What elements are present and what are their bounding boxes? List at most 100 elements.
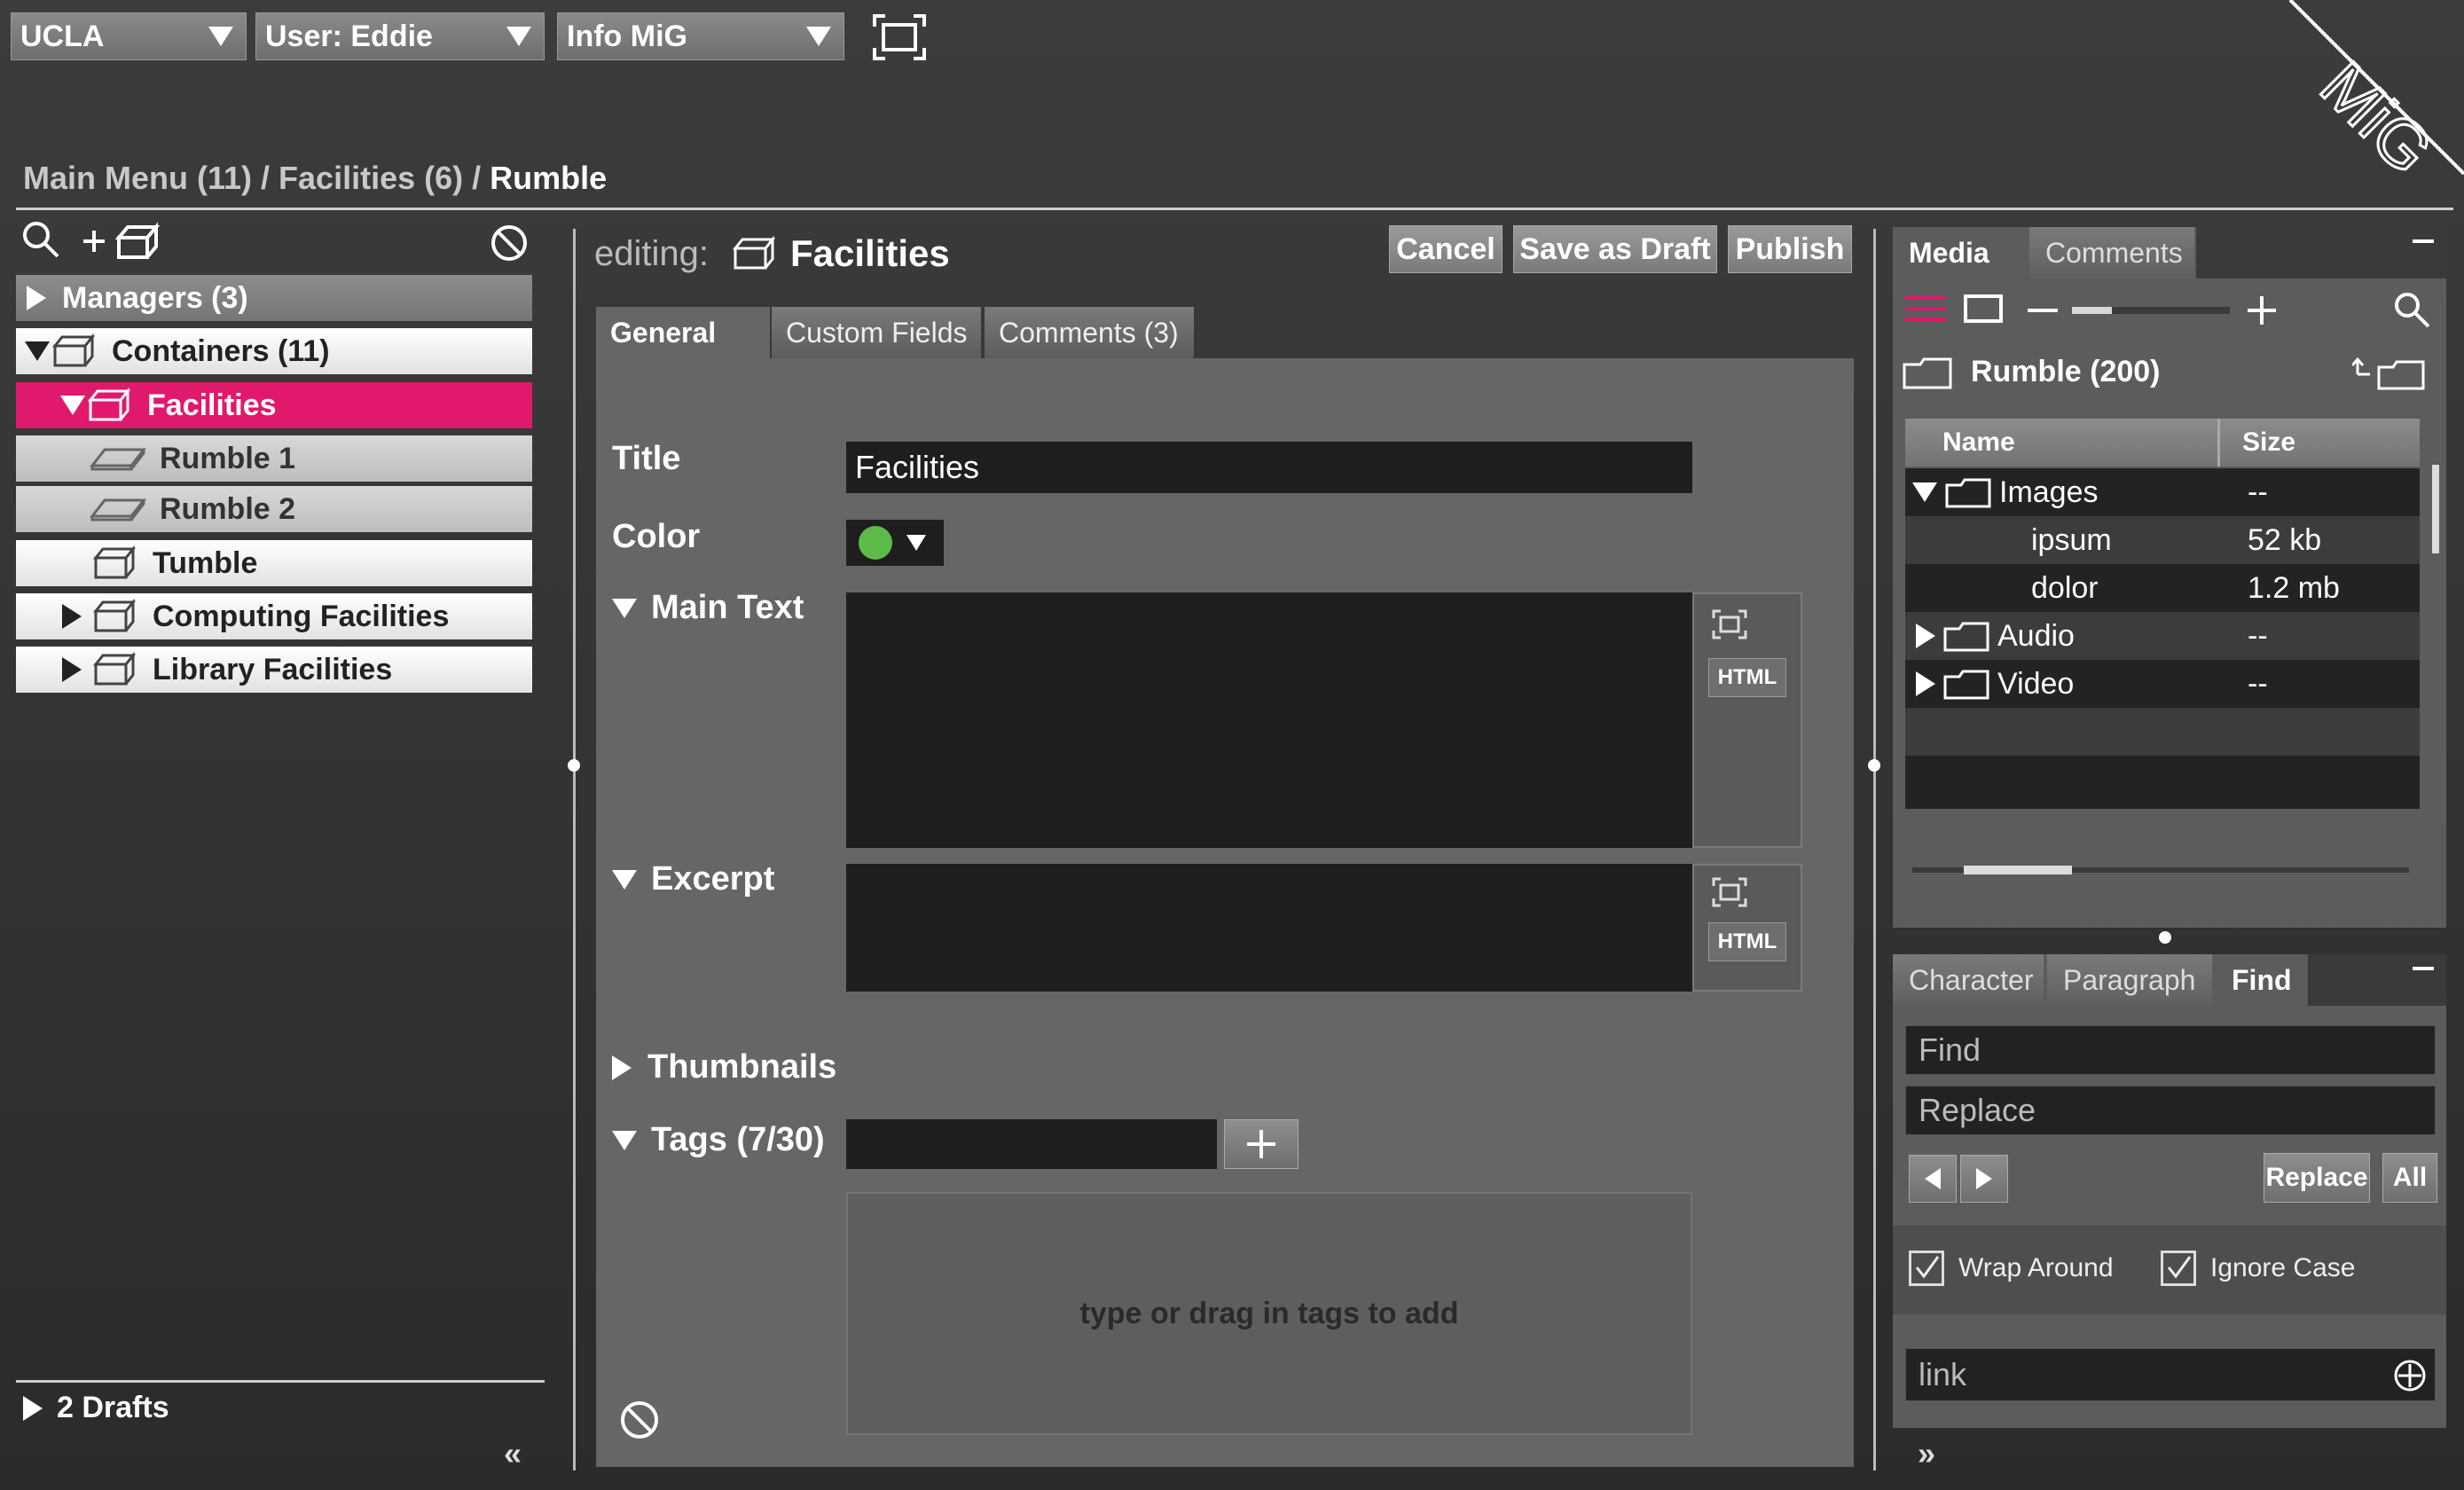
fullscreen-icon[interactable] xyxy=(873,14,926,60)
zoom-in-icon[interactable] xyxy=(2246,294,2278,326)
collapse-icon[interactable] xyxy=(25,341,50,361)
splitter-handle[interactable] xyxy=(568,759,580,772)
media-row-video[interactable]: Video -- xyxy=(1905,660,2420,708)
minimize-icon[interactable] xyxy=(2413,967,2434,970)
tree-item-library-facilities[interactable]: Library Facilities xyxy=(16,647,532,693)
tab-character[interactable]: Character xyxy=(1893,954,2044,1006)
collapse-icon[interactable] xyxy=(60,396,85,415)
minimize-icon[interactable] xyxy=(2413,239,2434,243)
tab-find[interactable]: Find xyxy=(2216,954,2306,1006)
plus-icon xyxy=(1247,1130,1275,1158)
horizontal-scrollbar[interactable] xyxy=(1912,866,2409,874)
media-row-ipsum[interactable]: ipsum 52 kb xyxy=(1905,516,2420,564)
org-dropdown[interactable]: UCLA xyxy=(11,12,247,60)
tree-item-computing-facilities[interactable]: Computing Facilities xyxy=(16,593,532,639)
add-tag-button[interactable] xyxy=(1224,1119,1299,1169)
tag-input[interactable] xyxy=(846,1119,1217,1169)
thumbnails-toggle[interactable]: Thumbnails xyxy=(612,1048,836,1086)
wrap-around-option[interactable]: Wrap Around xyxy=(1909,1251,2114,1286)
org-label: UCLA xyxy=(20,19,105,53)
tab-media-comments[interactable]: Comments xyxy=(2029,227,2194,278)
check-icon xyxy=(2167,1256,2192,1279)
grid-view-icon[interactable] xyxy=(1964,293,2003,325)
panel-splitter-handle[interactable] xyxy=(2159,931,2171,944)
tab-paragraph[interactable]: Paragraph xyxy=(2047,954,2212,1006)
excerpt-area[interactable] xyxy=(846,864,1692,992)
scrollbar-thumb[interactable] xyxy=(1964,866,2072,874)
search-icon[interactable] xyxy=(21,220,60,259)
main-text-area[interactable] xyxy=(846,592,1692,848)
replace-button[interactable]: Replace xyxy=(2264,1153,2370,1203)
find-prev-button[interactable] xyxy=(1909,1155,1957,1203)
item-icon xyxy=(89,493,147,525)
add-container-icon[interactable] xyxy=(80,222,165,261)
vertical-scrollbar[interactable] xyxy=(2432,465,2439,553)
target-icon[interactable] xyxy=(2393,1359,2427,1392)
folder-up-icon[interactable] xyxy=(2352,357,2427,392)
collapse-sidebar-button[interactable]: « xyxy=(504,1435,522,1472)
breadcrumb-facilities[interactable]: Facilities (6) xyxy=(279,160,463,196)
col-size[interactable]: Size xyxy=(2242,427,2295,458)
find-input[interactable]: Find xyxy=(1905,1025,2436,1075)
drafts-toggle[interactable]: 2 Drafts xyxy=(23,1391,169,1425)
wrap-around-checkbox[interactable] xyxy=(1909,1251,1944,1286)
replace-all-button[interactable]: All xyxy=(2382,1153,2437,1203)
expand-icon[interactable] xyxy=(1916,623,1935,648)
tree-item-containers[interactable]: Containers (11) xyxy=(16,328,532,374)
title-input[interactable]: Facilities xyxy=(846,442,1692,493)
media-row-images[interactable]: Images -- xyxy=(1905,468,2420,516)
right-splitter[interactable] xyxy=(1873,229,1876,1470)
media-row-audio[interactable]: Audio -- xyxy=(1905,612,2420,660)
expand-editor-icon[interactable] xyxy=(1710,874,1749,910)
block-icon[interactable] xyxy=(619,1400,660,1440)
left-splitter[interactable] xyxy=(573,229,576,1470)
tab-media[interactable]: Media xyxy=(1893,227,2026,278)
save-draft-button[interactable]: Save as Draft xyxy=(1513,225,1717,273)
block-icon[interactable] xyxy=(490,224,529,263)
tree-item-tumble[interactable]: Tumble xyxy=(16,540,532,586)
main-text-toggle[interactable]: Main Text xyxy=(612,589,804,627)
list-view-icon[interactable] xyxy=(1903,293,1948,325)
cancel-button[interactable]: Cancel xyxy=(1389,225,1503,273)
expand-icon[interactable] xyxy=(62,604,82,629)
col-name[interactable]: Name xyxy=(1942,427,2015,458)
expand-sidebar-button[interactable]: » xyxy=(1918,1435,1935,1472)
splitter-handle[interactable] xyxy=(1868,759,1880,772)
editing-title: Facilities xyxy=(789,232,950,274)
media-folder-title: Rumble (200) xyxy=(1971,355,2161,388)
tree-item-rumble-1[interactable]: Rumble 1 xyxy=(16,435,532,482)
tree-item-facilities[interactable]: Facilities xyxy=(16,382,532,428)
tab-comments[interactable]: Comments (3) xyxy=(985,307,1194,358)
info-dropdown[interactable]: Info MiG xyxy=(557,12,844,60)
expand-icon[interactable] xyxy=(27,286,46,310)
tags-drop-zone[interactable]: type or drag in tags to add xyxy=(846,1192,1692,1435)
zoom-out-icon[interactable] xyxy=(2028,309,2058,312)
html-toggle-button[interactable]: HTML xyxy=(1708,922,1786,961)
html-toggle-button[interactable]: HTML xyxy=(1708,658,1786,697)
breadcrumb-current: Rumble xyxy=(490,160,608,196)
breadcrumb-main[interactable]: Main Menu (11) xyxy=(23,160,252,196)
tab-general[interactable]: General xyxy=(596,307,770,358)
expand-editor-icon[interactable] xyxy=(1710,607,1749,642)
tree-item-managers[interactable]: Managers (3) xyxy=(16,275,532,321)
chevron-down-icon xyxy=(906,535,926,551)
tab-custom-fields[interactable]: Custom Fields xyxy=(772,307,981,358)
tags-toggle[interactable]: Tags (7/30) xyxy=(612,1121,825,1159)
expand-icon[interactable] xyxy=(62,657,82,682)
ignore-case-option[interactable]: Ignore Case xyxy=(2161,1251,2355,1286)
tree-item-rumble-2[interactable]: Rumble 2 xyxy=(16,486,532,532)
search-icon[interactable] xyxy=(2393,291,2430,328)
publish-button[interactable]: Publish xyxy=(1728,225,1852,273)
find-next-button[interactable] xyxy=(1960,1155,2008,1203)
media-row-dolor[interactable]: dolor 1.2 mb xyxy=(1905,564,2420,612)
replace-input[interactable]: Replace xyxy=(1905,1086,2436,1135)
collapse-icon[interactable] xyxy=(1912,482,1937,502)
editing-header: editing: Facilities xyxy=(594,232,950,275)
color-picker[interactable] xyxy=(846,520,944,566)
zoom-slider[interactable] xyxy=(2072,307,2230,314)
user-dropdown[interactable]: User: Eddie xyxy=(255,12,545,60)
excerpt-toggle[interactable]: Excerpt xyxy=(612,860,774,898)
ignore-case-checkbox[interactable] xyxy=(2161,1251,2196,1286)
expand-icon[interactable] xyxy=(1916,671,1935,696)
link-input[interactable]: link xyxy=(1905,1348,2436,1401)
